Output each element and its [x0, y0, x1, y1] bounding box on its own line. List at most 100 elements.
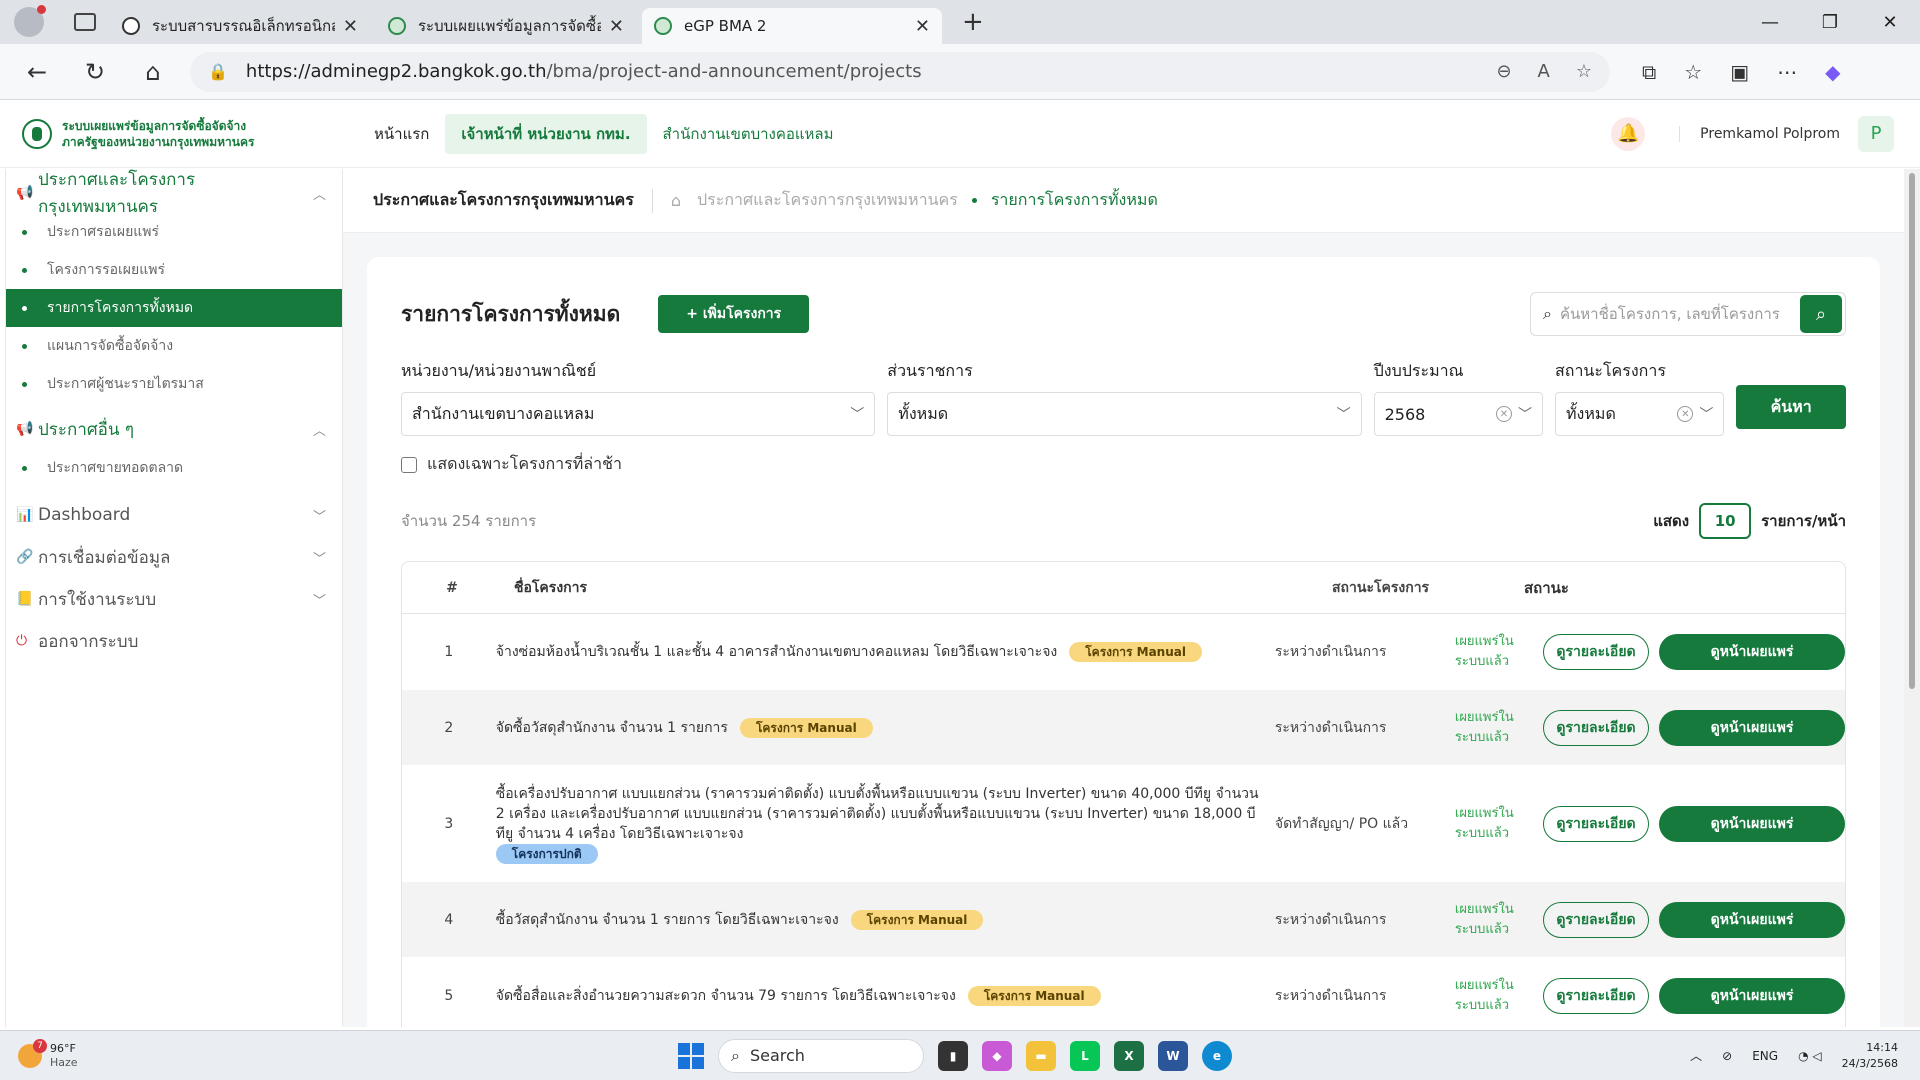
- edge-icon[interactable]: e: [1202, 1040, 1232, 1071]
- line-app-icon[interactable]: L: [1070, 1040, 1100, 1071]
- breadcrumb-level1[interactable]: ประกาศและโครงการกรุงเทพมหานคร: [697, 188, 958, 213]
- home-icon[interactable]: ⌂: [124, 58, 182, 86]
- project-status-select[interactable]: ทั้งหมด ✕ ﹀: [1554, 392, 1725, 436]
- detail-button[interactable]: ดูรายละเอียด: [1543, 709, 1649, 746]
- projects-table: # ชื่อโครงการ สถานะโครงการ สถานะ 1 จ้างซ…: [401, 561, 1846, 1027]
- view-page-button[interactable]: ดูหน้าเผยแพร่: [1659, 901, 1845, 938]
- browser-tab-1[interactable]: ระบบสารบรรณอิเล็กทรอนิกส์ของกรุงเทพ ✕: [110, 8, 370, 44]
- view-page-button[interactable]: ดูหน้าเผยแพร่: [1659, 709, 1845, 746]
- sidebar-item-usage[interactable]: 📒 การใช้งานระบบ ﹀: [6, 579, 342, 619]
- view-page-button[interactable]: ดูหน้าเผยแพร่: [1659, 633, 1845, 670]
- nav-officer[interactable]: เจ้าหน้าที่ หน่วยงาน กทม.: [445, 113, 647, 154]
- division-select[interactable]: ทั้งหมด ﹀: [887, 392, 1362, 436]
- search-input[interactable]: ค้นหาชื่อโครงการ, เลขที่โครงการ: [1560, 302, 1800, 326]
- favorites-icon[interactable]: ☆: [1684, 60, 1702, 84]
- read-aloud-icon[interactable]: A: [1538, 61, 1550, 82]
- more-icon[interactable]: ⋯: [1777, 60, 1797, 84]
- word-icon[interactable]: W: [1158, 1040, 1188, 1071]
- lock-icon[interactable]: 🔒: [208, 62, 228, 81]
- breadcrumb-current: รายการโครงการทั้งหมด: [990, 190, 1158, 209]
- detail-button[interactable]: ดูรายละเอียด: [1543, 805, 1649, 842]
- restore-icon[interactable]: ❐: [1800, 12, 1860, 33]
- refresh-icon[interactable]: ↻: [66, 58, 124, 86]
- address-bar-row: ← ↻ ⌂ 🔒 https://adminegp2.bangkok.go.th /…: [0, 44, 1920, 100]
- main-content: ประกาศและโครงการกรุงเทพมหานคร ⌂ ประกาศแล…: [343, 169, 1904, 1027]
- close-tab-icon[interactable]: ✕: [343, 16, 358, 37]
- nav-home[interactable]: หน้าแรก: [358, 114, 445, 154]
- add-project-button[interactable]: + เพิ่มโครงการ: [658, 295, 810, 333]
- detail-button[interactable]: ดูรายละเอียด: [1543, 633, 1649, 670]
- bell-icon[interactable]: 🔔: [1611, 116, 1646, 151]
- avatar[interactable]: P: [1858, 115, 1894, 152]
- search-button[interactable]: ⌕: [1800, 295, 1842, 333]
- view-page-button[interactable]: ดูหน้าเผยแพร่: [1659, 977, 1845, 1014]
- sidebar-item-pending-projects[interactable]: โครงการรอเผยแพร่: [6, 251, 342, 289]
- sidebar-item-procurement-plan[interactable]: แผนการจัดซื้อจัดจ้าง: [6, 327, 342, 365]
- result-count: จำนวน 254 รายการ: [401, 512, 537, 530]
- nav-district-office[interactable]: สำนักงานเขตบางคอแหลม: [647, 114, 850, 154]
- extensions-icon[interactable]: ⧉: [1642, 60, 1656, 84]
- chevron-up-icon[interactable]: ︿: [1690, 1047, 1702, 1064]
- tab-actions-icon[interactable]: [74, 13, 96, 31]
- book-icon: 📒: [16, 591, 34, 607]
- copilot-app-icon[interactable]: ◆: [982, 1040, 1012, 1071]
- bma-logo[interactable]: [22, 118, 52, 149]
- projects-card: รายการโครงการทั้งหมด + เพิ่มโครงการ ⌕ ค้…: [367, 257, 1880, 1027]
- chevron-down-icon: ﹀: [1336, 407, 1351, 423]
- detail-button[interactable]: ดูรายละเอียด: [1543, 901, 1649, 938]
- close-window-icon[interactable]: ✕: [1860, 12, 1920, 33]
- chevron-down-icon: ﹀: [850, 407, 865, 423]
- sidebar-item-quarterly-winners[interactable]: ประกาศผู้ชนะรายไตรมาส: [6, 365, 342, 403]
- profile-avatar[interactable]: [14, 5, 46, 37]
- close-tab-icon[interactable]: ✕: [915, 16, 930, 37]
- clear-icon[interactable]: ✕: [1495, 406, 1512, 422]
- collections-icon[interactable]: ▣: [1730, 60, 1749, 84]
- network-off-icon[interactable]: ⊘: [1722, 1049, 1732, 1063]
- sidebar-group-announcements[interactable]: 📢 ประกาศและโครงการกรุงเทพมหานคร ︿: [6, 170, 342, 217]
- view-page-button[interactable]: ดูหน้าเผยแพร่: [1659, 805, 1845, 842]
- sidebar-group-other[interactable]: 📢 ประกาศอื่น ๆ ︿: [6, 409, 342, 449]
- page-scrollbar[interactable]: [1904, 169, 1920, 1027]
- fiscal-year-select[interactable]: 2568 ✕ ﹀: [1373, 392, 1543, 436]
- excel-icon[interactable]: X: [1114, 1040, 1144, 1071]
- taskbar-search[interactable]: ⌕ Search: [718, 1038, 924, 1073]
- sidebar-item-logout[interactable]: ⏻ ออกจากระบบ: [6, 621, 342, 661]
- table-row: 5 จัดซื้อสื่อและสิ่งอำนวยความสะดวก จำนวน…: [402, 958, 1845, 1027]
- browser-tab-2[interactable]: ระบบเผยแพร่ข้อมูลการจัดซื้อจัดจ้างภาค ✕: [376, 8, 636, 44]
- favorite-star-icon[interactable]: ☆: [1576, 61, 1592, 82]
- header-nav: หน้าแรก เจ้าหน้าที่ หน่วยงาน กทม. สำนักง…: [358, 113, 850, 154]
- filter-search-button[interactable]: ค้นหา: [1736, 385, 1846, 429]
- late-only-checkbox-row[interactable]: แสดงเฉพาะโครงการที่ล่าช้า: [401, 452, 1846, 477]
- normal-tag: โครงการปกติ: [495, 843, 598, 864]
- windows-start-icon[interactable]: [678, 1042, 704, 1069]
- browser-tab-3[interactable]: eGP BMA 2 ✕: [642, 8, 942, 44]
- chevron-down-icon: ﹀: [312, 551, 326, 567]
- manual-tag: โครงการ Manual: [967, 985, 1101, 1006]
- clock[interactable]: 14:14 24/3/2568: [1842, 1040, 1898, 1072]
- detail-button[interactable]: ดูรายละเอียด: [1543, 977, 1649, 1014]
- link-icon: 🔗: [16, 549, 34, 565]
- minimize-icon[interactable]: —: [1740, 12, 1800, 33]
- agency-select[interactable]: สำนักงานเขตบางคอแหลม ﹀: [401, 392, 876, 436]
- sidebar-item-integration[interactable]: 🔗 การเชื่อมต่อข้อมูล ﹀: [6, 537, 342, 577]
- new-tab-icon[interactable]: +: [962, 7, 984, 37]
- back-icon[interactable]: ←: [8, 58, 66, 86]
- file-explorer-icon[interactable]: ▬: [1026, 1040, 1056, 1071]
- url-field[interactable]: 🔒 https://adminegp2.bangkok.go.th/bma/pr…: [190, 51, 1610, 92]
- sidebar-item-dashboard[interactable]: 📊 Dashboard ﹀: [6, 495, 342, 535]
- sidebar-item-all-projects[interactable]: รายการโครงการทั้งหมด: [6, 289, 342, 327]
- user-name[interactable]: Premkamol Polprom: [1679, 125, 1840, 142]
- home-icon[interactable]: ⌂: [671, 191, 681, 210]
- task-view-icon[interactable]: ▮: [938, 1040, 968, 1071]
- close-tab-icon[interactable]: ✕: [609, 16, 624, 37]
- late-only-checkbox[interactable]: [401, 456, 417, 473]
- search-icon: ⌕: [1543, 304, 1552, 323]
- sidebar-item-auction[interactable]: ประกาศขายทอดตลาด: [6, 449, 342, 487]
- zoom-icon[interactable]: ⊖: [1496, 61, 1511, 82]
- wifi-speaker-icon[interactable]: ◔ ◁: [1798, 1049, 1822, 1063]
- weather-widget[interactable]: 7 96°F Haze: [18, 1038, 78, 1070]
- clear-icon[interactable]: ✕: [1677, 406, 1694, 422]
- per-page-select[interactable]: 10: [1699, 503, 1752, 539]
- copilot-icon[interactable]: ◆: [1825, 60, 1840, 84]
- language-indicator[interactable]: ENG: [1752, 1049, 1778, 1063]
